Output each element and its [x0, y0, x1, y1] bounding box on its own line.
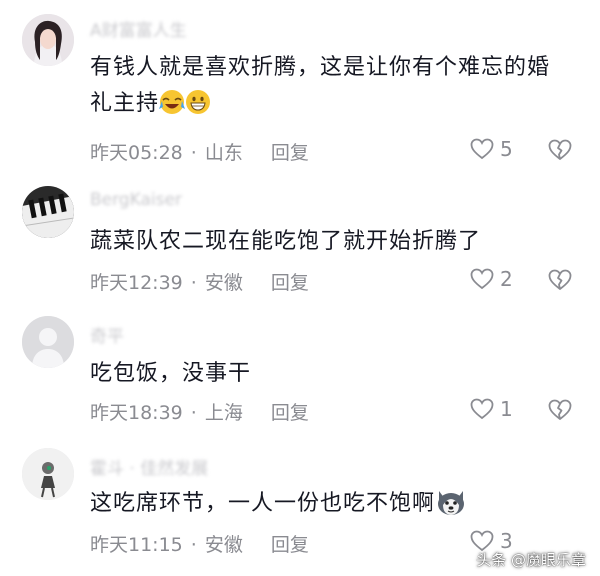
comment-meta: 昨天18:39 · 上海 回复	[90, 398, 309, 425]
like-button[interactable]: 2	[470, 267, 513, 291]
comment-username[interactable]: BergKaiser	[90, 190, 182, 210]
comment-time: 昨天12:39	[90, 272, 183, 294]
comment-username[interactable]: 霍斗 · 佳然发展	[90, 454, 208, 479]
comment-text-body: 这吃席环节，一人一份也吃不饱啊	[90, 491, 436, 516]
broken-heart-icon	[548, 399, 572, 420]
separator-dot: ·	[190, 534, 197, 556]
like-count: 2	[500, 267, 513, 291]
laughing-tears-emoji	[159, 89, 186, 115]
comment-text: 有钱人就是喜欢折腾，这是让你有个难忘的婚礼主持	[90, 50, 570, 122]
like-button[interactable]: 5	[470, 137, 513, 161]
comment-username[interactable]: 奇平	[90, 322, 124, 347]
comment-time: 昨天05:28	[90, 142, 183, 164]
comment-text-body: 吃包饭，没事干	[90, 361, 252, 386]
comment-location: 安徽	[204, 272, 243, 294]
reply-button[interactable]: 回复	[271, 142, 309, 164]
comment-location: 山东	[204, 142, 243, 164]
dislike-button[interactable]	[548, 139, 572, 165]
user-avatar[interactable]	[22, 186, 74, 238]
reply-button[interactable]: 回复	[271, 534, 309, 556]
comment-location: 安徽	[204, 534, 243, 556]
heart-icon	[470, 268, 494, 290]
reply-button[interactable]: 回复	[271, 402, 309, 424]
comment-username[interactable]: A财富富人生	[90, 16, 187, 41]
like-count: 5	[500, 137, 513, 161]
husky-emoji	[435, 487, 467, 517]
grinning-face-emoji	[185, 89, 211, 115]
comment-text: 蔬菜队农二现在能吃饱了就开始折腾了	[90, 224, 570, 260]
comment-text-body: 蔬菜队农二现在能吃饱了就开始折腾了	[90, 229, 482, 254]
like-count: 1	[500, 397, 513, 421]
user-avatar[interactable]	[22, 316, 74, 368]
separator-dot: ·	[190, 402, 197, 424]
like-button[interactable]: 1	[470, 397, 513, 421]
user-avatar[interactable]	[22, 14, 74, 66]
source-watermark: 头条 @魔眼乐章	[476, 551, 586, 569]
comment-text: 吃包饭，没事干	[90, 356, 570, 392]
dislike-button[interactable]	[548, 269, 572, 295]
dislike-button[interactable]	[548, 399, 572, 425]
comment-location: 上海	[204, 402, 243, 424]
broken-heart-icon	[548, 139, 572, 160]
comment-meta: 昨天11:15 · 安徽 回复	[90, 530, 309, 557]
reply-button[interactable]: 回复	[271, 272, 309, 294]
heart-icon	[470, 138, 494, 160]
comment-text: 这吃席环节，一人一份也吃不饱啊	[90, 486, 570, 522]
heart-icon	[470, 398, 494, 420]
comment-time: 昨天11:15	[90, 534, 183, 556]
comment-meta: 昨天12:39 · 安徽 回复	[90, 268, 309, 295]
comment-time: 昨天18:39	[90, 402, 183, 424]
separator-dot: ·	[190, 142, 197, 164]
user-avatar[interactable]	[22, 448, 74, 500]
broken-heart-icon	[548, 269, 572, 290]
separator-dot: ·	[190, 272, 197, 294]
comment-meta: 昨天05:28 · 山东 回复	[90, 138, 309, 165]
